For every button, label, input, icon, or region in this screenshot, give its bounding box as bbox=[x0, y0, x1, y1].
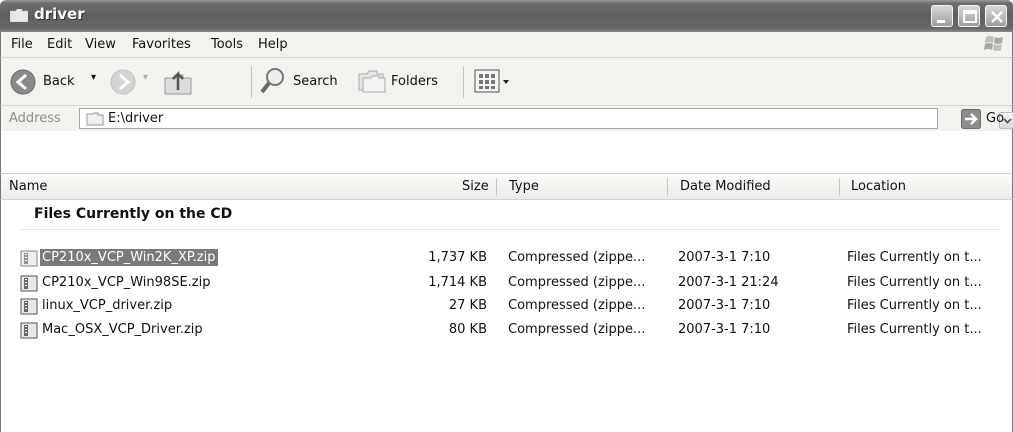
up-folder-icon bbox=[164, 70, 192, 95]
file-location: Files Currently on t... bbox=[847, 322, 982, 337]
group-title: Files Currently on the CD bbox=[34, 206, 233, 222]
file-date-modified: 2007-3-1 21:24 bbox=[678, 275, 779, 290]
zip-file-icon bbox=[20, 275, 38, 292]
file-date-modified: 2007-3-1 7:10 bbox=[678, 298, 771, 313]
views-icon bbox=[474, 69, 509, 93]
minimize-button[interactable] bbox=[931, 5, 953, 27]
close-button[interactable] bbox=[985, 5, 1007, 27]
up-button[interactable] bbox=[161, 64, 197, 98]
view-top-spacer bbox=[0, 131, 1013, 173]
folder-icon bbox=[86, 112, 104, 126]
file-name[interactable]: CP210x_VCP_Win98SE.zip bbox=[42, 275, 210, 290]
back-dropdown-icon[interactable]: ▾ bbox=[91, 72, 96, 83]
file-size: 27 KB bbox=[448, 298, 487, 313]
zip-file-icon bbox=[20, 298, 38, 315]
table-row[interactable]: CP210x_VCP_Win98SE.zip 1,714 KB Compressed… bbox=[0, 273, 1013, 295]
go-arrow-icon bbox=[961, 109, 981, 129]
windows-logo-icon bbox=[984, 36, 1003, 51]
menu-bar: File Edit View Favorites Tools Help bbox=[0, 32, 1013, 57]
column-date-modified[interactable]: Date Modified bbox=[680, 179, 771, 194]
folders-button[interactable]: Folders bbox=[357, 64, 453, 98]
zip-file-icon bbox=[20, 322, 38, 339]
search-icon bbox=[260, 68, 284, 94]
file-date-modified: 2007-3-1 7:10 bbox=[678, 322, 771, 337]
file-size: 1,714 KB bbox=[428, 275, 487, 290]
table-row[interactable]: Mac_OSX_VCP_Driver.zip 80 KB Compressed (z… bbox=[0, 320, 1013, 342]
file-type: Compressed (zippe... bbox=[508, 298, 646, 313]
search-label: Search bbox=[293, 74, 338, 89]
address-input[interactable]: E:\driver bbox=[79, 108, 1013, 129]
forward-arrow-icon bbox=[110, 69, 136, 95]
file-type: Compressed (zippe... bbox=[508, 322, 646, 337]
column-size[interactable]: Size bbox=[462, 179, 489, 194]
zip-file-icon bbox=[20, 250, 38, 267]
back-button[interactable]: Back ▾ bbox=[9, 66, 109, 98]
address-path: E:\driver bbox=[108, 111, 164, 126]
back-label: Back bbox=[43, 74, 75, 89]
table-row[interactable]: CP210x_VCP_Win2K_XP.zip 1,737 KB Compresse… bbox=[0, 248, 1013, 270]
menu-favorites[interactable]: Favorites bbox=[132, 37, 191, 52]
column-location[interactable]: Location bbox=[851, 179, 906, 194]
folders-label: Folders bbox=[391, 74, 438, 89]
column-name[interactable]: Name bbox=[9, 179, 47, 194]
table-row[interactable]: linux_VCP_driver.zip 27 KB Compressed (zip… bbox=[0, 296, 1013, 318]
folder-icon bbox=[10, 9, 28, 22]
file-date-modified: 2007-3-1 7:10 bbox=[678, 250, 771, 265]
forward-dropdown-icon[interactable]: ▾ bbox=[143, 72, 148, 83]
folders-icon bbox=[358, 70, 386, 93]
go-label[interactable]: Go bbox=[986, 111, 1004, 126]
forward-button[interactable]: ▾ bbox=[109, 66, 159, 98]
menu-tools[interactable]: Tools bbox=[211, 37, 243, 52]
column-header: Name Size Type Date Modified Location bbox=[0, 173, 1013, 200]
title-bar[interactable]: driver bbox=[0, 0, 1013, 32]
file-type: Compressed (zippe... bbox=[508, 275, 646, 290]
file-type: Compressed (zippe... bbox=[508, 250, 646, 265]
address-bar: Address E:\driver Go bbox=[0, 105, 1013, 131]
address-label: Address bbox=[9, 111, 61, 126]
menu-edit[interactable]: Edit bbox=[47, 37, 72, 52]
file-name[interactable]: linux_VCP_driver.zip bbox=[42, 298, 172, 313]
minimize-icon bbox=[937, 20, 945, 23]
file-name[interactable]: CP210x_VCP_Win2K_XP.zip bbox=[40, 249, 218, 266]
window-title: driver bbox=[34, 5, 85, 23]
back-arrow-icon bbox=[10, 69, 36, 95]
file-size: 80 KB bbox=[448, 322, 487, 337]
menu-view[interactable]: View bbox=[85, 37, 116, 52]
menu-help[interactable]: Help bbox=[258, 37, 288, 52]
close-icon bbox=[991, 11, 1003, 23]
search-button[interactable]: Search bbox=[259, 64, 349, 98]
views-button[interactable] bbox=[473, 66, 517, 96]
maximize-button[interactable] bbox=[958, 5, 980, 27]
toolbar: Back ▾ ▾ Search Folders bbox=[0, 57, 1013, 105]
group-divider bbox=[20, 229, 1000, 230]
file-location: Files Currently on t... bbox=[847, 298, 982, 313]
file-location: Files Currently on t... bbox=[847, 250, 982, 265]
maximize-icon bbox=[963, 10, 977, 23]
file-size: 1,737 KB bbox=[428, 250, 487, 265]
go-button[interactable] bbox=[961, 109, 981, 133]
file-name[interactable]: Mac_OSX_VCP_Driver.zip bbox=[42, 322, 203, 337]
menu-file[interactable]: File bbox=[11, 37, 33, 52]
column-type[interactable]: Type bbox=[509, 179, 539, 194]
file-location: Files Currently on t... bbox=[847, 275, 982, 290]
